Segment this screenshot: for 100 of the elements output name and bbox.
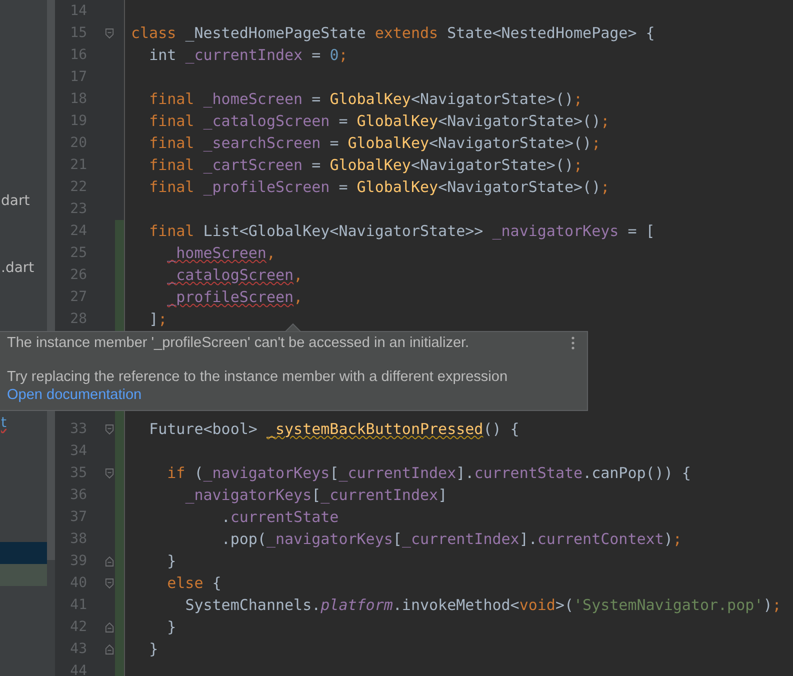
field-name: _currentIndex: [184, 46, 303, 64]
keyword: ;: [672, 530, 682, 548]
function-name: GlobalKey: [328, 156, 411, 174]
keyword: ;: [600, 112, 610, 130]
code-text: .: [220, 508, 230, 526]
function-name: GlobalKey: [356, 178, 438, 196]
static-field: platform: [320, 596, 393, 614]
code-text: SystemChannels.: [184, 596, 321, 614]
code-text: ].: [519, 530, 538, 548]
code-text: (: [193, 464, 204, 482]
keyword: final: [148, 156, 194, 174]
fold-icon[interactable]: [105, 578, 114, 588]
code-text: Future<bool>: [148, 420, 258, 438]
field-name: _catalogScreen: [166, 266, 294, 284]
field-name: _homeScreen: [202, 90, 303, 108]
code-text: _NestedHomePageState: [184, 24, 366, 42]
code-text: ]: [148, 310, 158, 328]
field-name: _navigatorKeys: [266, 530, 393, 548]
keyword: ;: [574, 90, 583, 108]
file-item[interactable]: t: [0, 412, 47, 434]
code-text: int: [148, 46, 176, 64]
code-text: <NavigatorState>(): [429, 134, 592, 152]
code-text: ].: [456, 464, 474, 482]
keyword: ,: [294, 266, 303, 284]
more-icon[interactable]: [571, 336, 575, 350]
code-text: ): [664, 530, 673, 548]
function-name: GlobalKey: [356, 112, 438, 130]
code-text: .invokeMethod<: [392, 596, 520, 614]
keyword: class: [131, 24, 176, 42]
keyword: ;: [338, 46, 348, 64]
keyword: ;: [574, 156, 583, 174]
field-name: _homeScreen: [166, 244, 266, 262]
function-name: GlobalKey: [346, 134, 430, 152]
fold-icon[interactable]: [105, 556, 114, 566]
code-text: =: [310, 90, 321, 108]
field-name: _navigatorKeys: [184, 486, 312, 504]
keyword: final: [148, 90, 194, 108]
keyword: ,: [266, 244, 276, 262]
field-name: _currentIndex: [338, 464, 456, 482]
code-text: }: [166, 618, 176, 636]
function-name: _systemBackButtonPressed: [265, 420, 484, 438]
code-text: <NavigatorState>(): [438, 178, 601, 196]
code-text: }: [166, 552, 176, 570]
field-name: _catalogScreen: [202, 112, 330, 130]
code-text: {: [211, 574, 222, 592]
code-text: <NavigatorState>(): [438, 112, 601, 130]
number-literal: 0: [328, 46, 339, 64]
field-name: _navigatorKeys: [203, 464, 330, 482]
field-name: currentContext: [537, 530, 664, 548]
keyword: final: [148, 178, 194, 196]
documentation-link[interactable]: Open documentation: [7, 386, 142, 404]
field-name: _currentIndex: [320, 486, 438, 504]
keyword: final: [148, 134, 194, 152]
code-text: List<GlobalKey<NavigatorState>>: [202, 222, 484, 240]
keyword: ;: [592, 134, 601, 152]
code-text: ): [763, 596, 772, 614]
keyword: ;: [600, 178, 610, 196]
code-text: >(: [555, 596, 574, 614]
code-text: =: [328, 134, 339, 152]
code-text: [: [330, 464, 339, 482]
field-name: _profileScreen: [166, 288, 294, 306]
keyword: final: [148, 112, 194, 130]
fold-icon[interactable]: [105, 28, 114, 38]
error-message: The instance member '_profileScreen' can't be accessed in an initializer.: [7, 334, 470, 352]
field-name: _searchScreen: [202, 134, 321, 152]
keyword: ;: [772, 596, 782, 614]
code-text: =: [338, 112, 348, 130]
code-text: }: [148, 640, 158, 658]
code-text: [: [312, 486, 321, 504]
code-text: ]: [438, 486, 448, 504]
keyword: ;: [158, 310, 168, 328]
keyword: else: [166, 574, 204, 592]
code-text: =: [338, 178, 348, 196]
fold-icon[interactable]: [105, 468, 114, 478]
file-item[interactable]: dart: [0, 190, 47, 212]
field-name: _profileScreen: [202, 178, 330, 196]
field-name: _navigatorKeys: [491, 222, 619, 240]
code-text: <NavigatorState>(): [410, 90, 574, 108]
code-text: = [: [626, 222, 655, 240]
hint-text: Try replacing the reference to the instance member with a different expression: [7, 368, 508, 386]
file-item[interactable]: .dart: [0, 257, 47, 279]
code-text: State<NestedHomePage> {: [446, 24, 655, 42]
fold-icon[interactable]: [105, 622, 114, 632]
code-text: () {: [483, 420, 520, 438]
code-text: [: [392, 530, 402, 548]
keyword: void: [519, 596, 556, 614]
fold-icon[interactable]: [105, 424, 114, 434]
function-name: GlobalKey: [328, 90, 411, 108]
keyword: final: [148, 222, 194, 240]
keyword: ,: [294, 288, 303, 306]
code-text: =: [310, 156, 321, 174]
keyword: if: [166, 464, 186, 482]
fold-icon[interactable]: [105, 644, 114, 654]
code-text: <NavigatorState>(): [410, 156, 574, 174]
field-name: currentState: [230, 508, 339, 526]
string-literal: 'SystemNavigator.pop': [574, 596, 764, 614]
code-text: =: [310, 46, 321, 64]
field-name: _currentIndex: [402, 530, 520, 548]
field-name: currentState: [474, 464, 583, 482]
keyword: extends: [374, 24, 438, 42]
